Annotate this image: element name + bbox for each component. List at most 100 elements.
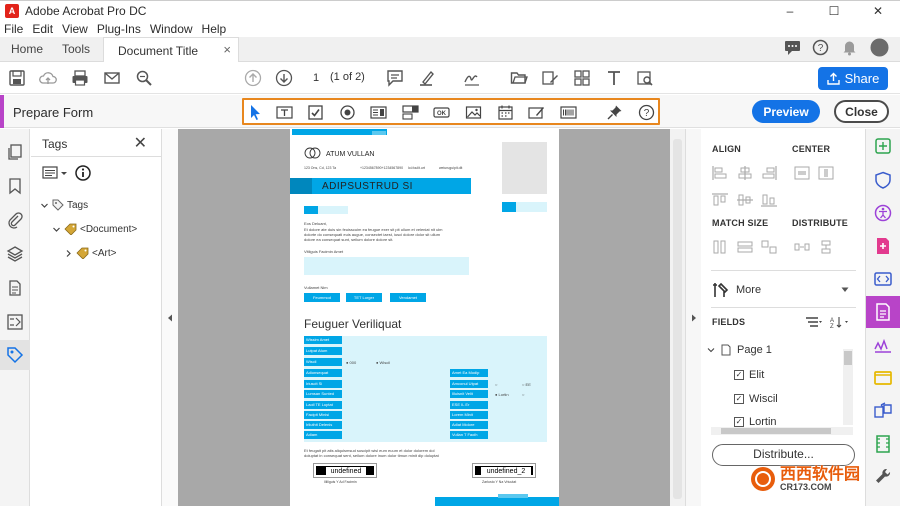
form-button[interactable]: Feummod	[304, 293, 340, 302]
add-comment-icon[interactable]	[386, 69, 404, 87]
close-tab-icon[interactable]: ×	[223, 42, 231, 57]
menu-window[interactable]: Window	[146, 22, 198, 36]
barcode-icon[interactable]	[560, 104, 577, 121]
tags-icon[interactable]	[6, 346, 24, 364]
align-right-icon[interactable]	[761, 166, 777, 180]
button-field-icon[interactable]: OK	[433, 104, 450, 121]
distribute-vertical-icon[interactable]	[818, 240, 834, 254]
radio-option[interactable]: ○	[522, 392, 524, 397]
align-center-icon[interactable]	[737, 166, 753, 180]
menu-file[interactable]: File	[0, 22, 28, 36]
menu-edit[interactable]: Edit	[28, 22, 58, 36]
checkbox-option[interactable]: ○ EE	[522, 382, 531, 387]
send-for-review-icon[interactable]	[874, 402, 892, 420]
minimize-button[interactable]: –	[768, 1, 812, 21]
find-text-icon[interactable]	[636, 69, 654, 87]
radio-option[interactable]: ○	[495, 382, 497, 387]
preview-button[interactable]: Preview	[752, 100, 820, 123]
layers-icon[interactable]	[6, 245, 24, 263]
center-vertical-icon[interactable]	[818, 166, 834, 180]
tags-options-menu-icon[interactable]	[42, 165, 72, 181]
match-width-icon[interactable]	[737, 240, 753, 254]
edit-pdf-icon[interactable]	[541, 69, 559, 87]
comment-icon[interactable]	[784, 39, 801, 56]
date-field-icon[interactable]	[497, 104, 514, 121]
combine-files-icon[interactable]	[874, 237, 892, 255]
text-field-icon[interactable]	[276, 104, 293, 121]
rich-media-icon[interactable]	[874, 435, 892, 453]
field-item-wiscil[interactable]: ✓ Wiscil	[734, 393, 778, 405]
align-top-icon[interactable]	[712, 193, 728, 207]
center-horizontal-icon[interactable]	[794, 166, 810, 180]
match-both-icon[interactable]	[761, 240, 777, 254]
tab-home[interactable]: Home	[11, 42, 43, 56]
field-group-page-1[interactable]: Page 1	[707, 344, 772, 356]
text-tool-icon[interactable]	[605, 69, 623, 87]
export-pdf-icon[interactable]	[874, 137, 892, 155]
chevron-right-icon[interactable]	[64, 249, 73, 258]
align-bottom-icon[interactable]	[761, 193, 777, 207]
upload-cloud-icon[interactable]	[39, 69, 57, 87]
prepare-form-icon[interactable]	[874, 303, 892, 321]
form-button[interactable]: TET Lorger	[346, 293, 382, 302]
radio-option[interactable]: ● Wiscil	[376, 360, 390, 365]
email-icon[interactable]	[103, 69, 121, 87]
bookmark-icon[interactable]	[6, 177, 24, 195]
fields-menu-icon[interactable]	[805, 315, 822, 329]
chevron-down-icon[interactable]	[40, 201, 49, 210]
highlight-pen-icon[interactable]	[418, 69, 436, 87]
radio-button-icon[interactable]	[339, 104, 356, 121]
collapse-left-icon[interactable]	[166, 314, 174, 322]
chevron-down-icon[interactable]	[707, 346, 715, 354]
maximize-button[interactable]: ☐	[812, 1, 856, 21]
right-panel-collapse-bar[interactable]	[685, 129, 701, 506]
align-middle-icon[interactable]	[737, 193, 753, 207]
field-item-lortin[interactable]: ✓ Lortin	[734, 417, 777, 427]
protect-icon[interactable]	[874, 171, 892, 189]
sort-fields-icon[interactable]: AZ	[830, 315, 852, 329]
field-item-elit[interactable]: ✓ Elit	[734, 369, 764, 381]
customize-tools-icon[interactable]	[874, 467, 892, 485]
pin-icon[interactable]	[606, 104, 623, 121]
close-form-button[interactable]: Close	[834, 100, 889, 123]
content-icon[interactable]	[6, 279, 24, 297]
fields-hscrollbar[interactable]	[711, 427, 853, 435]
bell-icon[interactable]	[841, 39, 858, 56]
align-left-icon[interactable]	[712, 166, 728, 180]
tree-item-tags[interactable]: Tags	[40, 199, 88, 211]
radio-option[interactable]: ● 000	[346, 360, 356, 365]
javascript-icon[interactable]	[874, 270, 892, 288]
form-help-icon[interactable]: ?	[638, 104, 655, 121]
sign-icon[interactable]	[463, 69, 481, 87]
list-box-icon[interactable]	[370, 104, 387, 121]
fill-sign-icon[interactable]	[874, 336, 892, 354]
distribute-horizontal-icon[interactable]	[794, 240, 810, 254]
info-icon[interactable]	[75, 165, 91, 181]
left-panel-collapse-bar[interactable]	[162, 129, 178, 506]
match-height-icon[interactable]	[712, 240, 728, 254]
attachment-icon[interactable]	[6, 211, 24, 229]
text-input-field[interactable]	[304, 257, 469, 275]
signature-field[interactable]: undefined	[313, 463, 377, 478]
tree-item-document[interactable]: <Document>	[52, 223, 137, 235]
save-icon[interactable]	[8, 69, 26, 87]
form-button[interactable]: Vendamet	[390, 293, 426, 302]
fields-scroll-thumb[interactable]	[844, 351, 852, 365]
signature-field[interactable]: undefined_2	[472, 463, 536, 478]
menu-view[interactable]: View	[58, 22, 93, 36]
scroll-thumb[interactable]	[673, 139, 682, 499]
zoom-search-icon[interactable]	[135, 69, 153, 87]
menu-help[interactable]: Help	[198, 22, 232, 36]
more-dropdown-icon[interactable]	[841, 287, 849, 293]
signature-field-icon[interactable]	[528, 104, 545, 121]
share-button[interactable]: Share	[818, 67, 888, 90]
tab-tools[interactable]: Tools	[62, 42, 90, 56]
document-scrollbar[interactable]	[670, 129, 685, 506]
page-up-icon[interactable]	[244, 69, 262, 87]
page-thumbnails-icon[interactable]	[6, 143, 24, 161]
more-label[interactable]: More	[736, 284, 761, 296]
tab-document[interactable]: Document Title ×	[103, 37, 239, 62]
menu-plugins[interactable]: Plug-Ins	[93, 22, 146, 36]
help-icon[interactable]: ?	[812, 39, 829, 56]
image-field-icon[interactable]	[465, 104, 482, 121]
